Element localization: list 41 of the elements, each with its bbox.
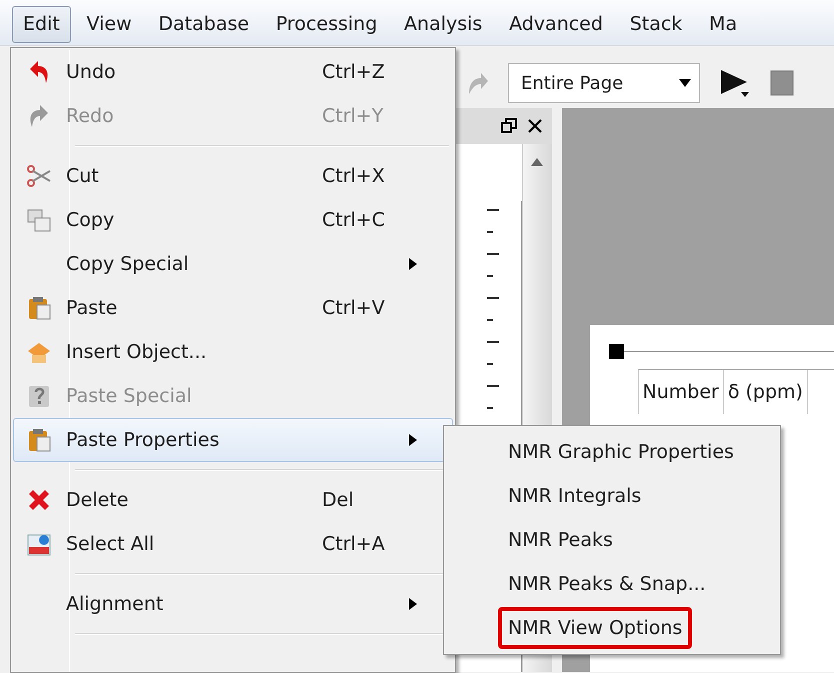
menu-item[interactable]: NMR Peaks bbox=[498, 518, 623, 562]
submenu-arrow-icon bbox=[408, 434, 418, 446]
menu-item[interactable]: NMR Integrals bbox=[498, 474, 652, 518]
dropdown-caret-icon bbox=[679, 79, 691, 87]
menu-item-icon bbox=[26, 427, 52, 453]
play-icon[interactable] bbox=[719, 68, 751, 98]
menu-item[interactable]: Cut Ctrl+X bbox=[13, 154, 453, 198]
menu-item-icon bbox=[26, 383, 52, 409]
menu-item[interactable]: Database bbox=[147, 6, 260, 43]
menu-item[interactable]: Select All Ctrl+A bbox=[13, 522, 453, 566]
menu-item[interactable]: Advanced bbox=[498, 6, 614, 43]
menu-item[interactable]: Copy Ctrl+C bbox=[13, 198, 453, 242]
stop-icon[interactable] bbox=[770, 70, 794, 96]
submenu-arrow-icon bbox=[408, 598, 418, 610]
menu-item[interactable]: Paste Ctrl+V bbox=[13, 286, 453, 330]
menu-item[interactable]: NMR Graphic Properties bbox=[498, 430, 744, 474]
menu-item-icon bbox=[26, 163, 52, 189]
column-header: Number bbox=[638, 370, 724, 414]
menu-item[interactable]: Delete Del bbox=[13, 478, 453, 522]
submenu-arrow-icon bbox=[408, 258, 418, 270]
menu-item-icon bbox=[26, 295, 52, 321]
menu-item[interactable]: Copy Special bbox=[13, 242, 453, 286]
menu-item[interactable]: Alignment bbox=[13, 582, 453, 626]
menu-item[interactable]: NMR Peaks & Snap... bbox=[498, 562, 716, 606]
menu-item[interactable]: Edit bbox=[12, 6, 71, 43]
menu-item[interactable]: Undo Ctrl+Z bbox=[13, 50, 453, 94]
menu-item[interactable]: NMR View Options bbox=[498, 606, 692, 650]
zoom-dropdown[interactable]: Entire Page bbox=[508, 63, 700, 103]
column-header: δ (ppm) bbox=[724, 370, 808, 414]
menu-item[interactable]: Insert Object... bbox=[13, 330, 453, 374]
close-icon[interactable] bbox=[526, 118, 542, 134]
menu-item[interactable]: View bbox=[76, 6, 143, 43]
menu-item[interactable]: Processing bbox=[264, 6, 388, 43]
menu-item[interactable]: Paste Properties bbox=[13, 418, 453, 462]
selection-handle[interactable] bbox=[609, 344, 624, 359]
menu-item[interactable]: Stack bbox=[618, 6, 694, 43]
menu-item-icon bbox=[26, 207, 52, 233]
menu-item[interactable]: Ma bbox=[698, 6, 748, 43]
restore-icon[interactable] bbox=[501, 118, 517, 134]
menu-item[interactable]: Analysis bbox=[393, 6, 494, 43]
scroll-up-icon[interactable] bbox=[531, 158, 543, 166]
